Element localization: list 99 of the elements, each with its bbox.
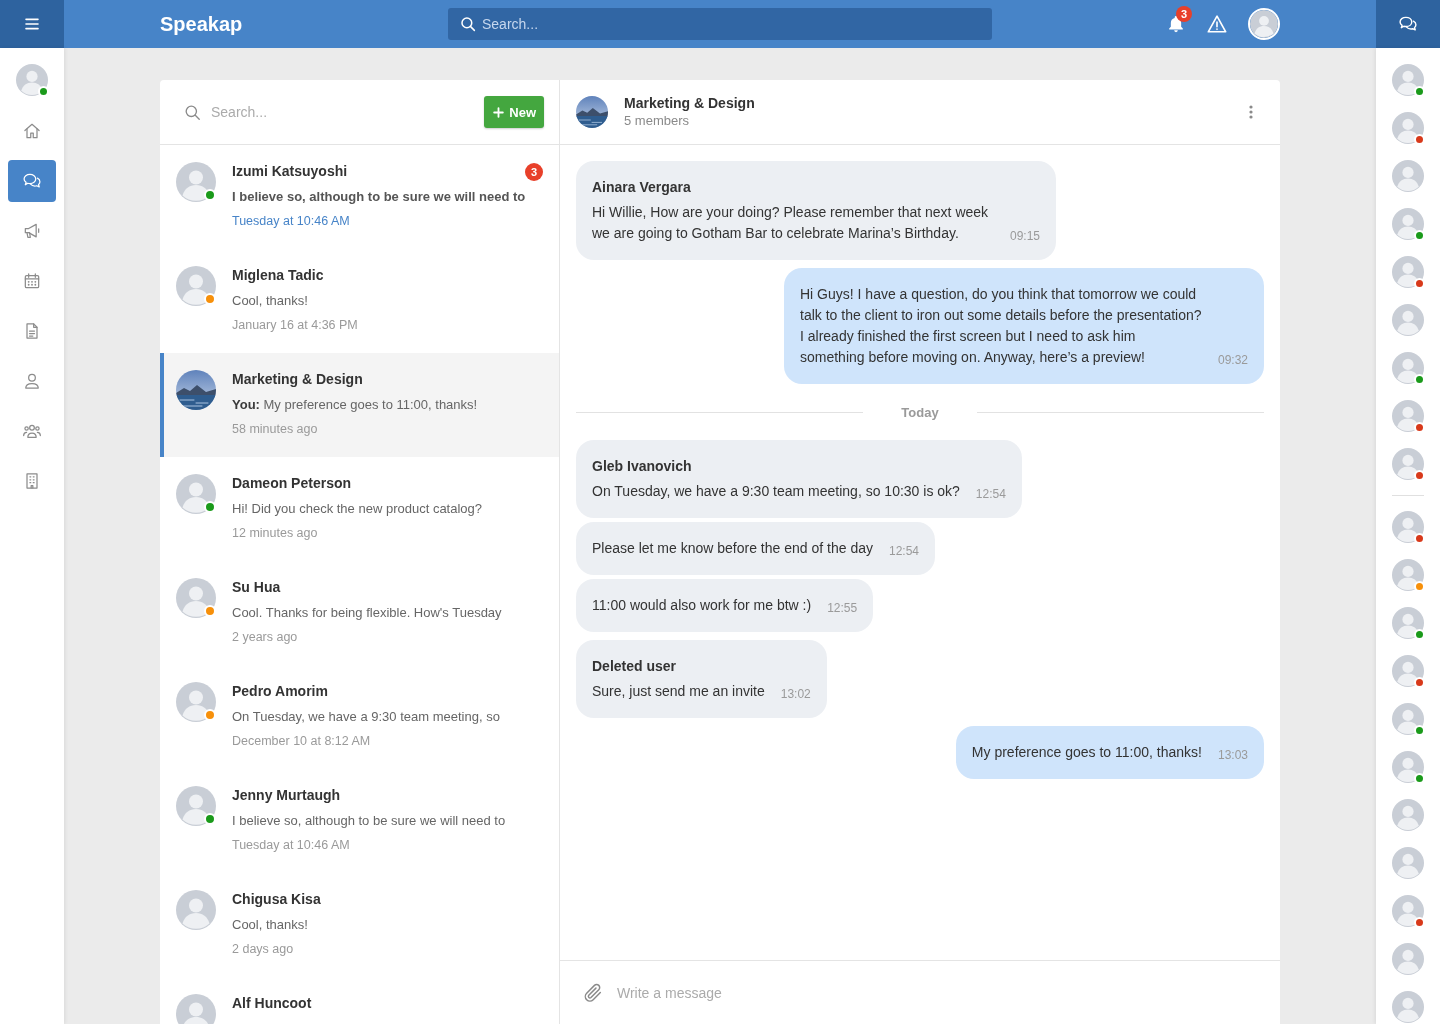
member-count: 5 members bbox=[624, 112, 690, 129]
message-preview: Hi! Did you check the new product catalog? bbox=[232, 500, 483, 518]
contact-name: Chigusa Kisa bbox=[232, 890, 321, 909]
landscape-avatar bbox=[576, 96, 608, 128]
conversation-item[interactable]: Izumi Katsuyoshi 3 I believe so, although to be sure we will need to Tuesday at 10:46 AM bbox=[160, 145, 559, 249]
sender-name: Gleb Ivanovich bbox=[592, 457, 693, 476]
avatar[interactable] bbox=[1392, 64, 1424, 96]
avatar[interactable] bbox=[1392, 655, 1424, 687]
avatar[interactable] bbox=[1392, 256, 1424, 288]
message-time: 2 days ago bbox=[232, 941, 294, 958]
search-field[interactable]: Search... bbox=[211, 96, 475, 128]
user-icon bbox=[22, 371, 42, 391]
landscape-avatar bbox=[176, 370, 216, 410]
warning-icon[interactable] bbox=[1206, 13, 1228, 35]
avatar bbox=[176, 474, 216, 514]
message-preview: Cool, thanks! bbox=[232, 292, 308, 310]
message-text: Please let me know before the end of the day bbox=[592, 539, 873, 558]
sender-name: Ainara Vergara bbox=[592, 178, 692, 197]
conversation-item[interactable]: Alf Huncoot bbox=[160, 977, 559, 1024]
contact-name: Pedro Amorim bbox=[232, 682, 328, 701]
conversation-item[interactable]: Pedro Amorim On Tuesday, we have a 9:30 team meeting, so December 10 at 8:12 AM bbox=[160, 665, 559, 769]
message-time: 09:15 bbox=[1009, 228, 1040, 245]
menu-icon bbox=[24, 16, 40, 32]
avatar[interactable] bbox=[1392, 607, 1424, 639]
message-text: On Tuesday, we have a 9:30 team meeting, so 10:30 is ok? bbox=[592, 482, 960, 501]
avatar[interactable] bbox=[1392, 511, 1424, 543]
home-icon bbox=[22, 121, 42, 141]
message-time: Tuesday at 10:46 AM bbox=[232, 837, 350, 854]
notification-badge: 3 bbox=[1176, 6, 1192, 22]
avatar bbox=[176, 266, 216, 306]
message-time: 58 minutes ago bbox=[232, 421, 318, 438]
conversation-item[interactable]: Dameon Peterson Hi! Did you check the new product catalog? 12 minutes ago bbox=[160, 457, 559, 561]
avatar[interactable] bbox=[1248, 8, 1280, 40]
contact-name: Dameon Peterson bbox=[232, 474, 352, 493]
contact-name: Jenny Murtaugh bbox=[232, 786, 341, 805]
conversation-item[interactable]: Chigusa Kisa Cool, thanks! 2 days ago bbox=[160, 873, 559, 977]
avatar[interactable] bbox=[1392, 703, 1424, 735]
message-time: 09:32 bbox=[1217, 352, 1248, 369]
avatar[interactable] bbox=[1392, 751, 1424, 783]
avatar bbox=[176, 682, 216, 722]
contact-name: Su Hua bbox=[232, 578, 281, 597]
conversation-item[interactable]: Miglena Tadic Cool, thanks! January 16 at 4:36 PM bbox=[160, 249, 559, 353]
message-preview: You: My preference goes to 11:00, thanks! bbox=[232, 396, 478, 414]
conversation-item[interactable]: Su Hua Cool. Thanks for being flexible. How's Tuesday 2 years ago bbox=[160, 561, 559, 665]
avatar bbox=[176, 890, 216, 930]
avatar[interactable] bbox=[1392, 400, 1424, 432]
paperclip-icon[interactable] bbox=[582, 981, 604, 1004]
message-time: 13:03 bbox=[1217, 747, 1248, 764]
search-icon bbox=[459, 15, 477, 33]
contact-name: Izumi Katsuyoshi bbox=[232, 162, 348, 181]
avatar bbox=[176, 994, 216, 1024]
avatar[interactable] bbox=[1392, 112, 1424, 144]
avatar[interactable] bbox=[1392, 352, 1424, 384]
day-label: Today bbox=[901, 404, 939, 420]
message-preview: On Tuesday, we have a 9:30 team meeting, so bbox=[232, 708, 500, 726]
avatar bbox=[176, 162, 216, 202]
message-time: 13:02 bbox=[780, 686, 811, 703]
avatar[interactable] bbox=[1392, 559, 1424, 591]
message-time: Tuesday at 10:46 AM bbox=[232, 213, 350, 230]
message-preview: Cool. Thanks for being flexible. How's Tuesday bbox=[232, 604, 502, 622]
message-preview: I believe so, although to be sure we will need to bbox=[232, 188, 526, 206]
message-time: 2 years ago bbox=[232, 629, 298, 646]
conversation-item[interactable]: Jenny Murtaugh I believe so, although to be sure we will need to Tuesday at 10:46 AM bbox=[160, 769, 559, 873]
menu-button[interactable] bbox=[0, 0, 64, 48]
message-time: 12 minutes ago bbox=[232, 525, 318, 542]
message-preview: I believe so, although to be sure we will need to bbox=[232, 812, 506, 830]
message-time: 12:54 bbox=[888, 543, 919, 560]
avatar bbox=[176, 786, 216, 826]
avatar[interactable] bbox=[1392, 208, 1424, 240]
message-preview: Cool, thanks! bbox=[232, 916, 308, 934]
nav-item[interactable] bbox=[8, 160, 56, 202]
contact-name: Alf Huncoot bbox=[232, 994, 312, 1013]
message-time: December 10 at 8:12 AM bbox=[232, 733, 371, 750]
message-time: 12:55 bbox=[827, 600, 858, 617]
message-text: Hi Guys! I have a question, do you think that tomorrow we could talk to the client to iron out some details before the presentation? I already finished the first screen but I need to ask him something before moving on. Anyway, here’s a preview! bbox=[800, 285, 1202, 367]
message-time: 12:54 bbox=[975, 486, 1006, 503]
conversation-item[interactable]: Marketing & Design You: My preference goes to 11:00, thanks! 58 minutes ago bbox=[160, 353, 559, 457]
message-text: My preference goes to 11:00, thanks! bbox=[971, 743, 1202, 762]
avatar[interactable] bbox=[1392, 448, 1424, 480]
search-field[interactable]: Search... bbox=[448, 8, 992, 40]
chat-button[interactable] bbox=[1376, 0, 1440, 48]
chat-title: Marketing & Design bbox=[624, 95, 755, 112]
message-input[interactable]: Write a message bbox=[617, 972, 1264, 1013]
more-icon[interactable] bbox=[1249, 105, 1253, 119]
avatar[interactable] bbox=[16, 64, 48, 96]
message-text: Hi Willie, How are your doing? Please remember that next week we are going to Gotham Bar to celebrate Marina’s Birthday. bbox=[592, 203, 990, 243]
megaphone-icon bbox=[22, 221, 42, 241]
message-text: 11:00 would also work for me btw :) bbox=[592, 596, 812, 615]
contact-name: Marketing & Design bbox=[232, 370, 363, 389]
avatar[interactable] bbox=[1392, 895, 1424, 927]
message-time: January 16 at 4:36 PM bbox=[232, 317, 358, 334]
logo: Speakap bbox=[160, 12, 243, 35]
unread-badge: 3 bbox=[525, 162, 543, 181]
plus-icon bbox=[492, 105, 506, 119]
avatar bbox=[176, 578, 216, 618]
contact-name: Miglena Tadic bbox=[232, 266, 324, 285]
calendar-icon bbox=[22, 271, 42, 291]
sender-name: Deleted user bbox=[592, 657, 678, 676]
message-text: Sure, just send me an invite bbox=[592, 682, 765, 701]
